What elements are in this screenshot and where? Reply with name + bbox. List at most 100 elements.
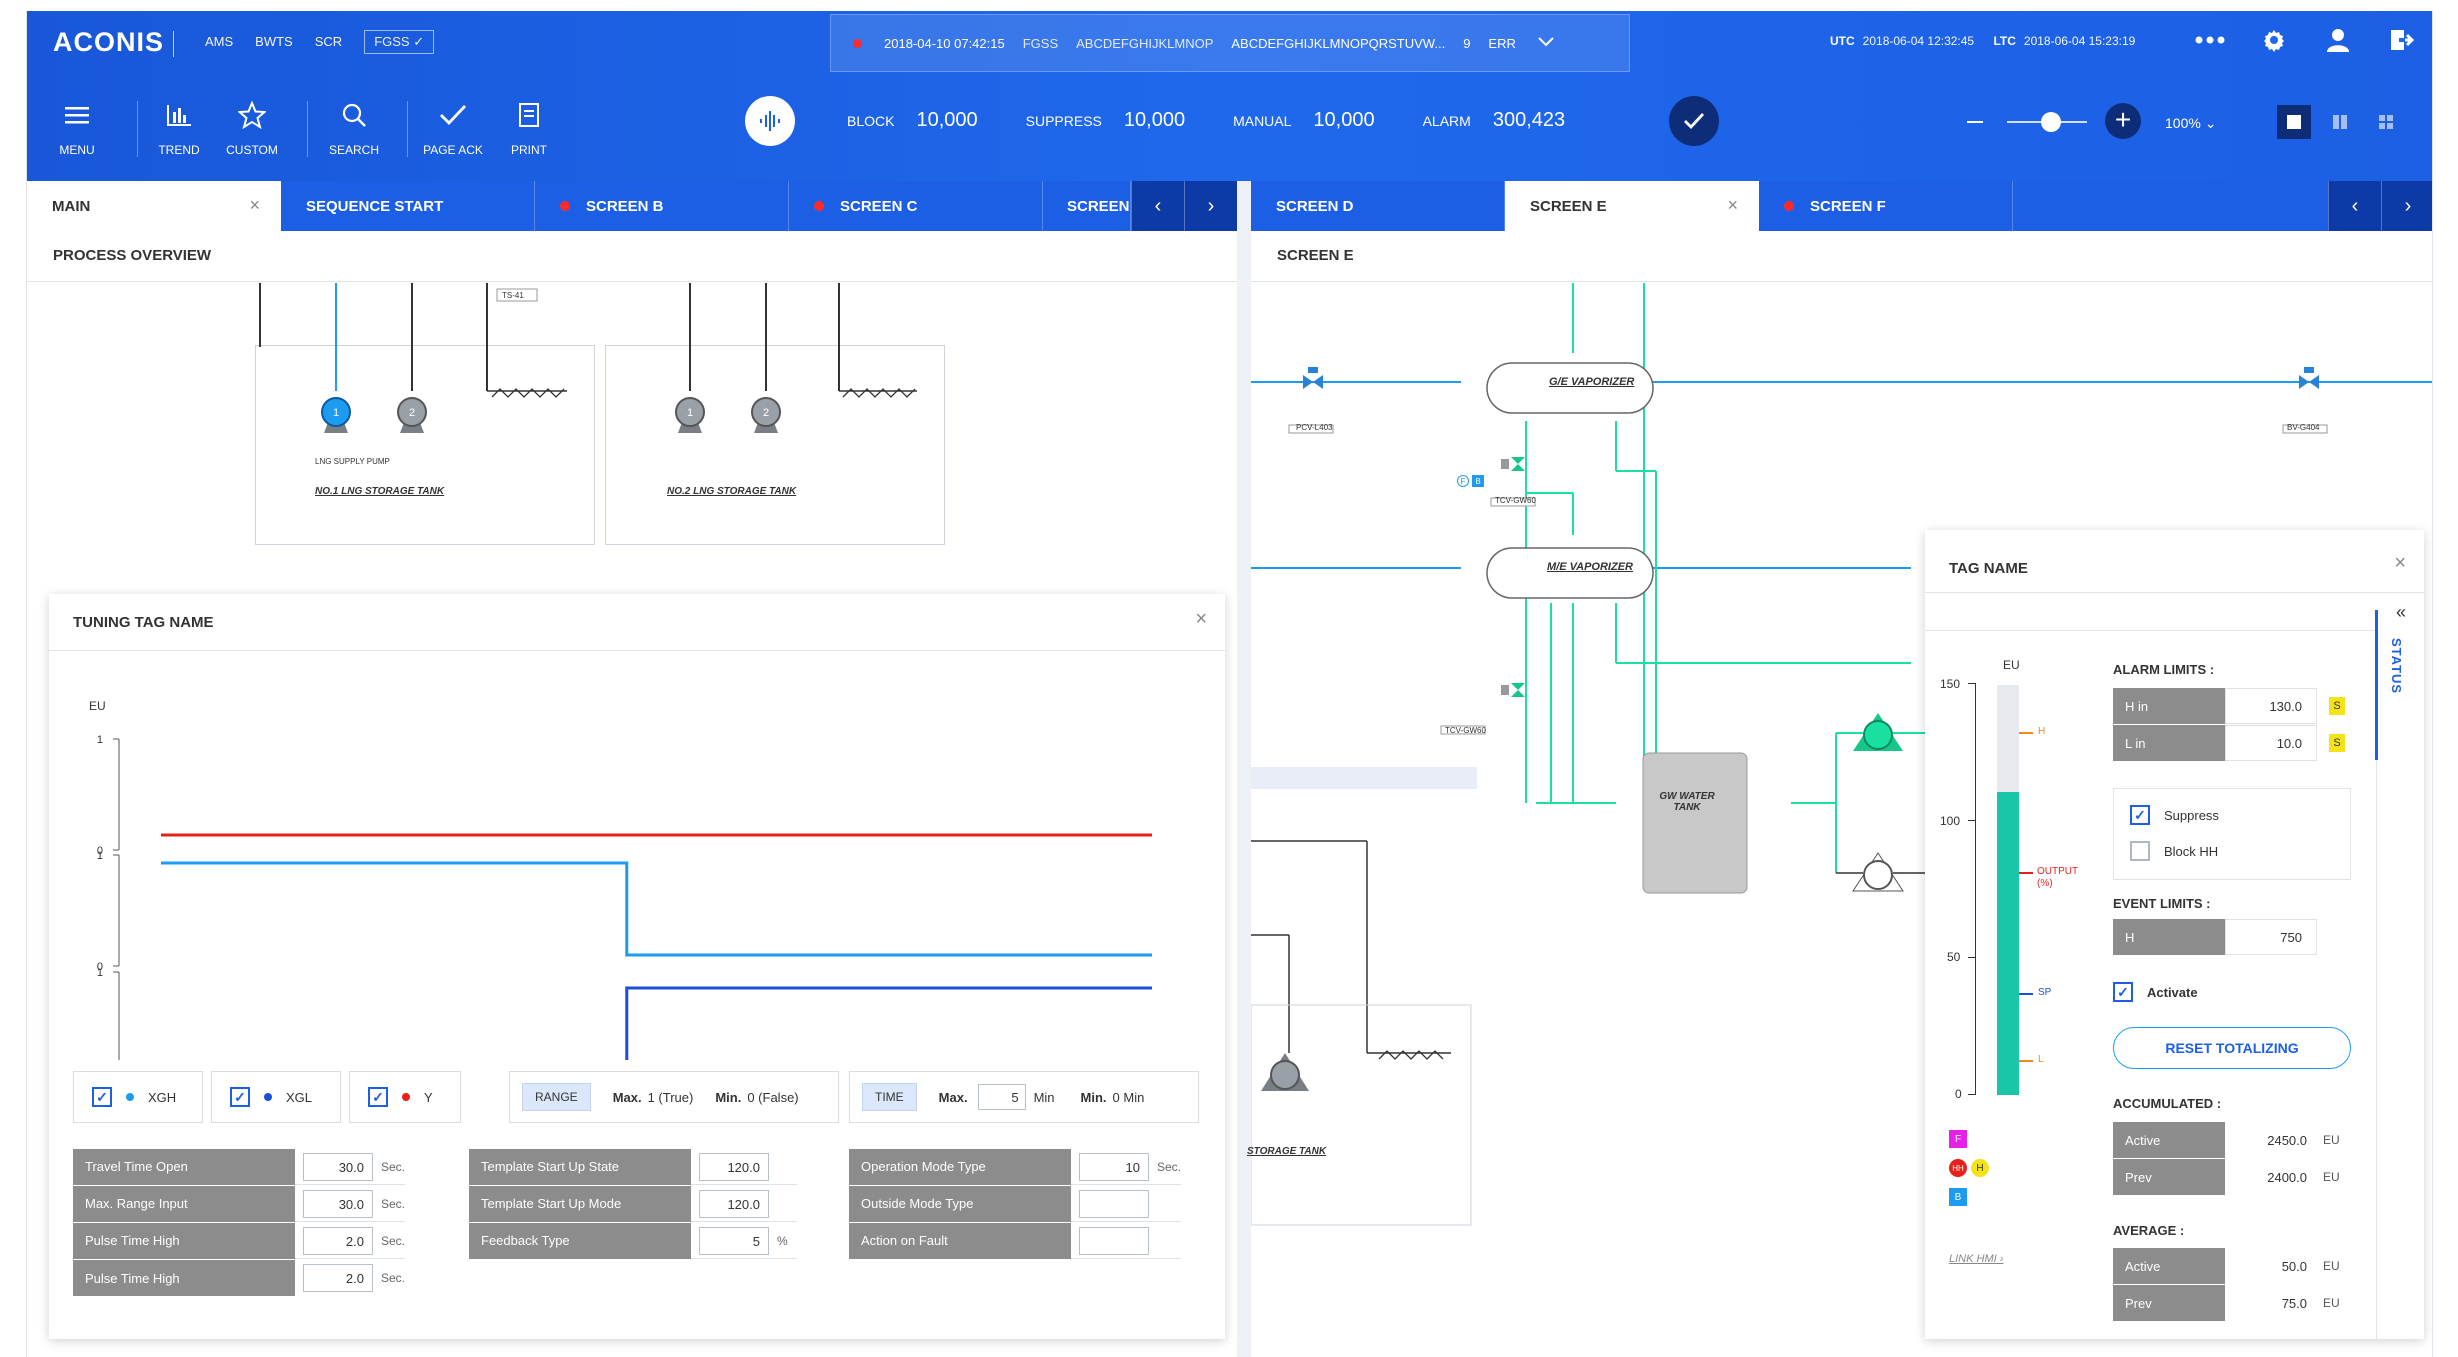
tab-next-button[interactable]: › bbox=[2381, 181, 2432, 231]
close-icon[interactable]: × bbox=[2394, 552, 2406, 575]
custom-button[interactable]: CUSTOM bbox=[212, 95, 292, 157]
page-ack-button[interactable]: PAGE ACK bbox=[413, 95, 493, 157]
series-line-xgl bbox=[625, 986, 1152, 1060]
checkbox[interactable]: ✓ bbox=[368, 1087, 388, 1107]
chevron-down-icon[interactable] bbox=[1538, 34, 1554, 52]
system-link[interactable]: SCR bbox=[315, 34, 342, 54]
layout-single-icon[interactable] bbox=[2277, 105, 2311, 139]
star-icon bbox=[212, 95, 292, 135]
trend-label: TREND bbox=[158, 143, 200, 157]
logout-icon[interactable] bbox=[2387, 25, 2417, 55]
legend-item-y[interactable]: ✓ Y bbox=[349, 1071, 461, 1123]
event-limit-value[interactable]: 750 bbox=[2225, 919, 2317, 955]
pump-icon[interactable]: 1 bbox=[672, 393, 708, 442]
tab-prev-button[interactable]: ‹ bbox=[2328, 181, 2381, 231]
user-icon[interactable] bbox=[2323, 25, 2353, 55]
tab-screen-b[interactable]: SCREEN B bbox=[535, 181, 789, 231]
alarm-counters: BLOCK 10,000 SUPPRESS 10,000 MANUAL 10,000 … bbox=[847, 109, 1613, 132]
param-input[interactable]: 2.0 bbox=[303, 1226, 373, 1255]
acknowledge-button[interactable] bbox=[1669, 96, 1719, 146]
y-tick-label: 1 bbox=[97, 967, 103, 979]
tab-screen-f[interactable]: SCREEN F bbox=[1759, 181, 2013, 231]
param-input[interactable]: 10 bbox=[1079, 1152, 1149, 1181]
system-link[interactable]: AMS bbox=[205, 34, 233, 54]
status-tab[interactable]: STATUS bbox=[2375, 610, 2424, 1339]
zoom-select[interactable]: 100% ⌄ bbox=[2165, 115, 2216, 132]
close-icon[interactable]: × bbox=[249, 195, 260, 216]
activate-option[interactable]: ✓ Activate bbox=[2113, 982, 2198, 1002]
search-button[interactable]: SEARCH bbox=[314, 95, 394, 157]
close-icon[interactable]: × bbox=[1195, 608, 1207, 631]
layout-split-icon[interactable] bbox=[2323, 105, 2357, 139]
checkbox[interactable]: ✓ bbox=[92, 1087, 112, 1107]
block-hh-checkbox[interactable] bbox=[2130, 841, 2150, 861]
tab-main[interactable]: MAIN × bbox=[27, 181, 281, 231]
h-marker bbox=[2019, 732, 2033, 734]
param-input[interactable]: 120.0 bbox=[699, 1189, 769, 1218]
legend-item-xgh[interactable]: ✓ XGH bbox=[73, 1071, 203, 1123]
suppress-checkbox[interactable]: ✓ bbox=[2130, 805, 2150, 825]
more-icon[interactable] bbox=[2195, 25, 2225, 55]
alarm-banner[interactable]: 2018-04-10 07:42:15 FGSS ABCDEFGHIJKLMNO… bbox=[830, 14, 1630, 72]
sound-button[interactable] bbox=[745, 96, 795, 146]
reset-totalizing-button[interactable]: RESET TOTALIZING bbox=[2113, 1027, 2351, 1069]
average-unit: EU bbox=[2323, 1296, 2340, 1310]
tab-screen-partial[interactable]: SCREEN bbox=[1043, 181, 1131, 231]
layout-grid-icon[interactable] bbox=[2369, 105, 2403, 139]
zoom-slider-handle[interactable] bbox=[2041, 112, 2061, 132]
param-row: Operation Mode Type 10 Sec. bbox=[849, 1148, 1182, 1185]
param-input[interactable]: 30.0 bbox=[303, 1189, 373, 1218]
param-input[interactable] bbox=[1079, 1189, 1149, 1218]
link-hmi[interactable]: LINK HMI › bbox=[1949, 1253, 2003, 1265]
alarm-limit-value[interactable]: 130.0 bbox=[2225, 688, 2317, 724]
tab-prev-button[interactable]: ‹ bbox=[1131, 181, 1184, 231]
system-link[interactable]: BWTS bbox=[255, 34, 293, 54]
menu-button[interactable]: MENU bbox=[37, 95, 117, 157]
tab-next-button[interactable]: › bbox=[1184, 181, 1237, 231]
param-label: Pulse Time High bbox=[73, 1260, 295, 1296]
divider bbox=[27, 281, 1237, 282]
param-input[interactable]: 5 bbox=[699, 1226, 769, 1255]
gear-icon[interactable] bbox=[2259, 25, 2289, 55]
param-table-b: Template Start Up State 120.0 Template St… bbox=[469, 1148, 797, 1260]
pump-icon[interactable]: 1 bbox=[318, 393, 354, 442]
param-input[interactable]: 2.0 bbox=[303, 1264, 373, 1292]
hh-badge: HH bbox=[1949, 1159, 1967, 1177]
block-hh-option[interactable]: Block HH bbox=[2130, 841, 2218, 861]
param-label: Max. Range Input bbox=[73, 1185, 295, 1222]
close-icon[interactable]: × bbox=[1727, 195, 1738, 216]
activate-checkbox[interactable]: ✓ bbox=[2113, 982, 2133, 1002]
alarm-dot-icon bbox=[560, 201, 570, 211]
tab-screen-d[interactable]: SCREEN D bbox=[1251, 181, 1505, 231]
param-input[interactable]: 30.0 bbox=[303, 1152, 373, 1181]
clock: UTC 2018-06-04 12:32:45 LTC 2018-06-04 15:… bbox=[1830, 34, 2151, 48]
print-button[interactable]: PRINT bbox=[489, 95, 569, 157]
param-input[interactable]: 120.0 bbox=[699, 1152, 769, 1181]
pump-number: 1 bbox=[687, 407, 693, 419]
zoom-in-button[interactable]: + bbox=[2105, 103, 2141, 139]
tab-screen-e[interactable]: SCREEN E × bbox=[1505, 181, 1759, 231]
left-tab-bar: MAIN × SEQUENCE START SCREEN B SCREEN C … bbox=[27, 181, 1237, 231]
check-icon: ✓ bbox=[413, 34, 425, 49]
trend-button[interactable]: TREND bbox=[139, 95, 219, 157]
pump-icon[interactable]: 2 bbox=[748, 393, 784, 442]
system-selector[interactable]: FGSS ✓ bbox=[364, 30, 435, 54]
event-limit-label: H bbox=[2113, 919, 2225, 955]
search-icon bbox=[314, 95, 394, 135]
counter-value: 10,000 bbox=[1313, 109, 1375, 131]
legend-item-xgl[interactable]: ✓ XGL bbox=[211, 1071, 341, 1123]
sound-wave-icon bbox=[760, 111, 780, 131]
time-max-input[interactable]: 5 bbox=[977, 1084, 1026, 1110]
alarm-limit-value[interactable]: 10.0 bbox=[2225, 725, 2317, 761]
param-label: Pulse Time High bbox=[73, 1222, 295, 1259]
suppress-option[interactable]: ✓ Suppress bbox=[2130, 805, 2219, 825]
tab-sequence-start[interactable]: SEQUENCE START bbox=[281, 181, 535, 231]
alarm-limit-row: H in 130.0 S bbox=[2113, 688, 2345, 724]
split-divider[interactable] bbox=[1237, 181, 1251, 1357]
param-label: Template Start Up Mode bbox=[469, 1185, 691, 1222]
zoom-out-button[interactable] bbox=[1967, 121, 1983, 123]
checkbox[interactable]: ✓ bbox=[230, 1087, 250, 1107]
param-input[interactable] bbox=[1079, 1226, 1149, 1255]
tab-screen-c[interactable]: SCREEN C bbox=[789, 181, 1043, 231]
pump-icon[interactable]: 2 bbox=[394, 393, 430, 442]
